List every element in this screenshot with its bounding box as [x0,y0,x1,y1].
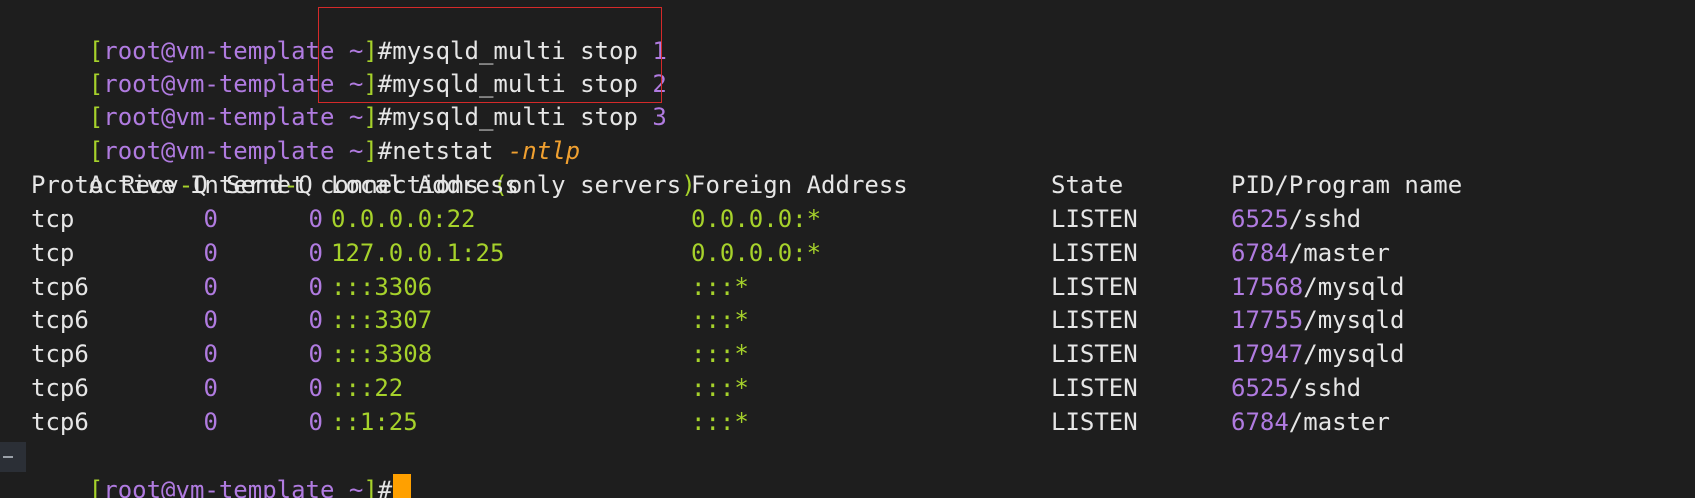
dash-marker-icon [0,442,26,472]
cell-pid-program: 6784/master [1231,406,1390,439]
table-row: tcp6 0 0:::22:::* LISTEN 6525/sshd [31,372,1671,405]
cell-state: LISTEN [1051,272,1138,301]
cell-foreign-address: :::* [691,340,749,369]
program-name: /mysqld [1303,306,1405,335]
cell-recv-q: 0 [203,238,218,267]
cell-recv-q: 0 [203,306,218,335]
pid-number: 17568 [1231,272,1304,301]
prompt-cwd: ~ [348,476,364,498]
netstat-title: Active Internet connections (only server… [88,171,696,199]
cell-state: LISTEN [1051,205,1138,233]
header-send-q: Send-Q [226,171,313,199]
cell-state: LISTEN [1051,340,1138,369]
cell-pid-program: 17947/mysqld [1231,338,1404,371]
cell-local-address: 0.0.0.0:22 [331,205,476,233]
cell-foreign-address: 0.0.0.0:* [691,238,822,267]
cell-send-q: 0 [308,407,323,436]
cell-proto: tcp6 [31,272,89,301]
cell-local-address: 127.0.0.1:25 [331,238,505,267]
terminal-window[interactable]: [root@vm-template ~]#mysqld_multi stop 1… [0,0,1695,498]
table-row: tcp6 0 0:::3306:::* LISTEN 17568/mysqld [31,271,1671,304]
cell-state: LISTEN [1051,238,1138,267]
highlight-box [318,7,662,103]
prompt-close-bracket: ] [363,476,378,498]
cell-pid-program: 17755/mysqld [1231,304,1404,337]
cell-send-q: 0 [308,205,323,233]
cell-local-address: :::3307 [331,306,433,335]
table-row: tcp6 0 0::1:25:::* LISTEN 6784/master [31,406,1671,439]
table-row: tcp6 0 0:::3308:::* LISTEN 17947/mysqld [31,338,1671,371]
table-row: tcp 0 0 127.0.0.1:25 0.0.0.0:* LISTEN 6784/mas… [31,237,1671,270]
header-local-address: Local Address [331,171,519,199]
command-line-4: [root@vm-template ~]#netstat -ntlp [31,102,580,165]
header-recv-q: Recv-Q [121,171,208,199]
cell-send-q: 0 [308,272,323,301]
cell-local-address: :::22 [331,374,404,402]
cell-proto: tcp6 [31,340,89,369]
cell-foreign-address: :::* [691,306,749,335]
current-prompt-line[interactable]: [root@vm-template ~]# [31,441,412,498]
cell-pid-program: 6525/sshd [1231,372,1361,405]
pid-number: 17947 [1231,340,1304,369]
pid-number: 6525 [1231,374,1289,402]
cell-proto: tcp [31,238,75,267]
cell-recv-q: 0 [203,340,218,369]
pid-number: 6525 [1231,205,1289,233]
cell-foreign-address: :::* [691,272,749,301]
cell-send-q: 0 [308,238,323,267]
header-foreign-address: Foreign Address [691,171,908,199]
cell-local-address: :::3306 [331,272,433,301]
cell-local-address: :::3308 [331,340,433,369]
cell-state: LISTEN [1051,407,1138,436]
cell-proto: tcp6 [31,407,89,436]
cell-send-q: 0 [308,306,323,335]
cell-state: LISTEN [1051,374,1138,402]
table-row: tcp6 0 0:::3307:::* LISTEN 17755/mysqld [31,304,1671,337]
cell-send-q: 0 [308,374,323,402]
cell-proto: tcp6 [31,374,89,402]
cell-foreign-address: :::* [691,407,749,436]
prompt-user-host: root@vm-template [103,476,335,498]
pid-number: 6784 [1231,238,1289,267]
cell-foreign-address: :::* [691,374,749,402]
command-arg: 3 [652,103,667,131]
program-name: /sshd [1288,374,1362,402]
cell-local-address: ::1:25 [331,407,418,436]
cell-recv-q: 0 [203,205,218,233]
prompt-symbol: # [377,476,393,498]
program-name: /mysqld [1303,272,1405,301]
header-proto: Proto [31,171,104,199]
program-name: /master [1288,238,1390,267]
cell-send-q: 0 [308,340,323,369]
header-pid-program: PID/Program name [1231,171,1463,199]
cell-pid-program: 6784/master [1231,237,1390,270]
pid-number: 17755 [1231,306,1304,335]
cell-recv-q: 0 [203,407,218,436]
block-cursor[interactable] [393,474,412,498]
cell-recv-q: 0 [203,374,218,402]
program-name: /sshd [1288,205,1362,233]
netstat-header-row: Proto Recv-Q Send-Q Local Address Foreig… [31,169,1671,202]
cell-recv-q: 0 [203,272,218,301]
pid-number: 6784 [1231,407,1289,436]
table-row: tcp 0 0 0.0.0.0:22 0.0.0.0:* LISTEN 6525/sshd [31,203,1671,236]
prompt-open-bracket: [ [88,476,104,498]
cell-pid-program: 17568/mysqld [1231,271,1404,304]
cell-proto: tcp6 [31,306,89,335]
program-name: /master [1288,407,1390,436]
program-name: /mysqld [1303,340,1405,369]
cell-state: LISTEN [1051,306,1138,335]
header-state: State [1051,171,1124,199]
cell-foreign-address: 0.0.0.0:* [691,205,822,233]
cell-pid-program: 6525/sshd [1231,203,1361,236]
cell-proto: tcp [31,205,75,233]
